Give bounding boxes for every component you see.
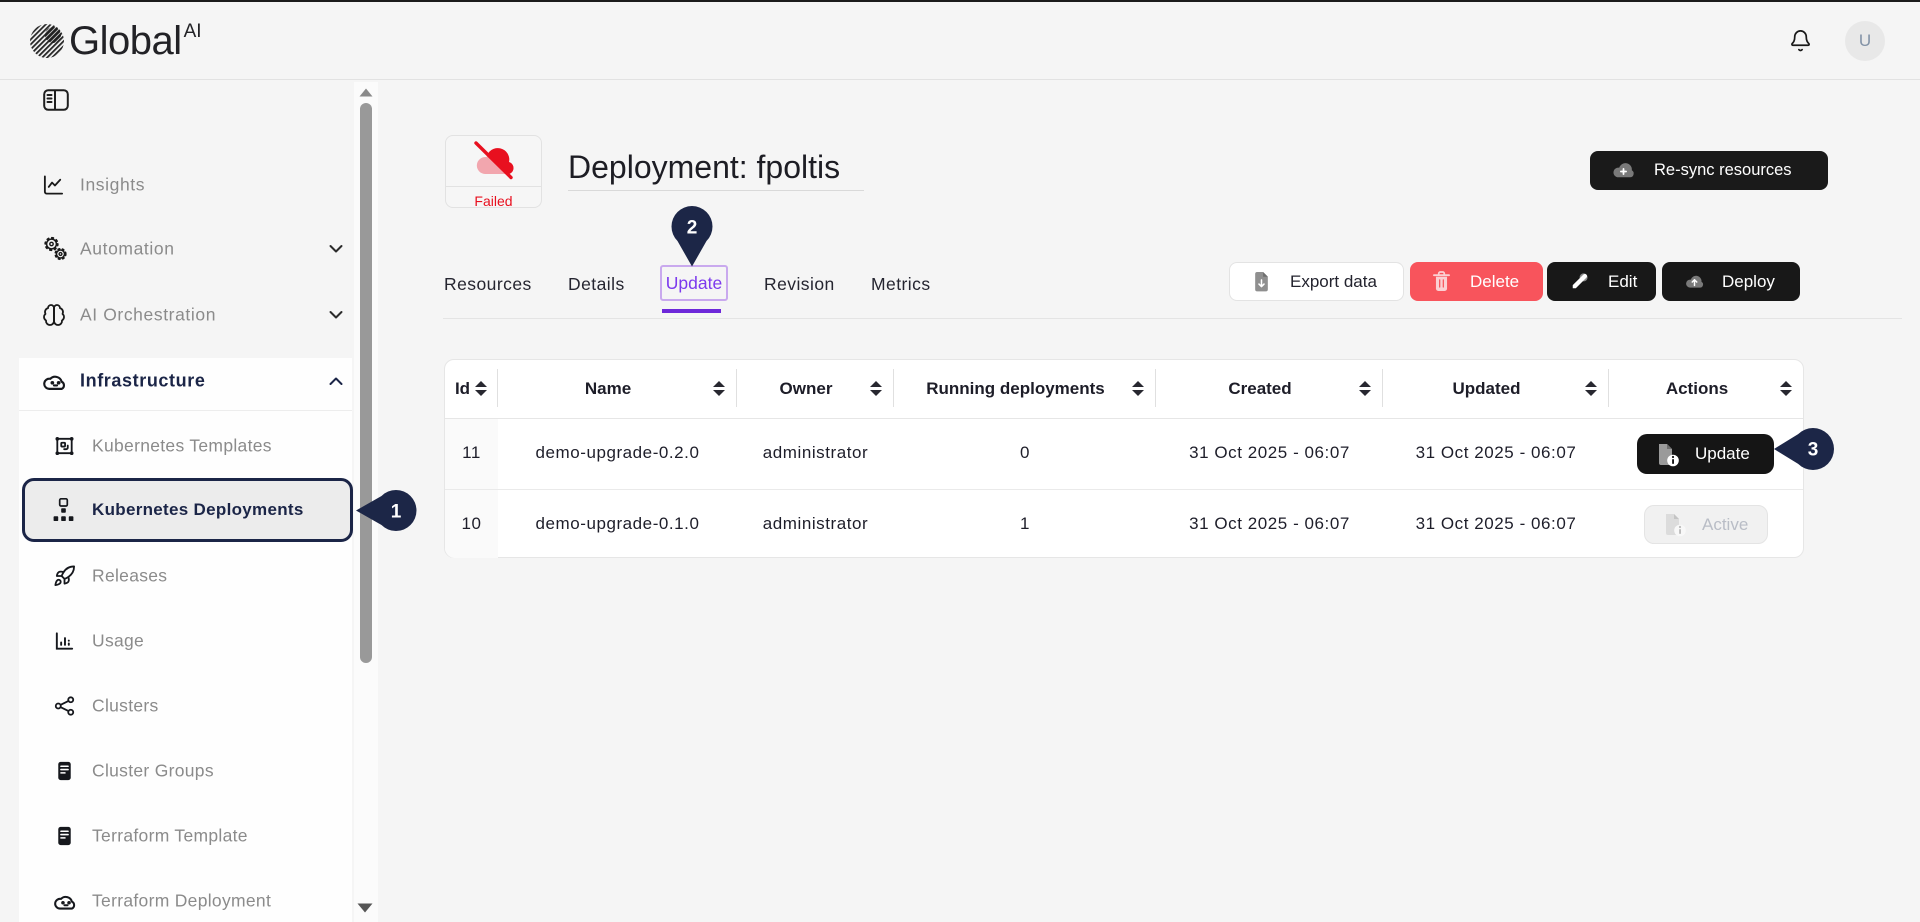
svg-text:2: 2 [687, 218, 698, 239]
svg-text:3: 3 [1808, 440, 1819, 461]
svg-text:1: 1 [391, 502, 402, 523]
